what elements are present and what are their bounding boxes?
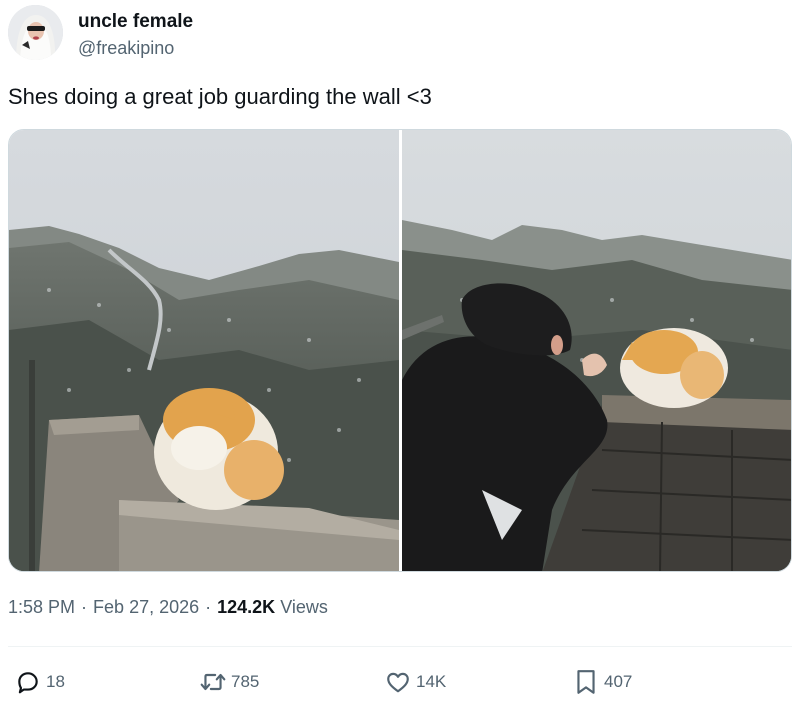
tweet-meta: 1:58 PM · Feb 27, 2026 · 124.2K Views	[8, 597, 328, 618]
tweet-time: 1:58 PM	[8, 597, 76, 617]
tweet-timestamp[interactable]: 1:58 PM · Feb 27, 2026	[8, 597, 199, 617]
meta-separator: ·	[81, 597, 88, 617]
retweet-count: 785	[231, 672, 260, 691]
like-count: 14K	[416, 672, 447, 691]
photo-cat-on-wall[interactable]	[9, 130, 399, 571]
bookmark-button[interactable]: 407	[572, 666, 632, 698]
bookmark-icon	[572, 668, 600, 696]
reply-count: 18	[46, 672, 65, 691]
bookmark-count: 407	[604, 672, 633, 691]
divider	[8, 646, 792, 647]
views-count: 124.2K	[217, 597, 276, 617]
retweet-button[interactable]: 785	[199, 666, 259, 698]
user-handle[interactable]: @freakipino	[78, 38, 174, 59]
views-link[interactable]: 124.2K Views	[217, 597, 328, 617]
reply-icon	[14, 668, 42, 696]
tweet-date: Feb 27, 2026	[93, 597, 200, 617]
action-bar: 18 785 14K 407	[0, 666, 800, 698]
tweet-text: Shes doing a great job guarding the wall…	[8, 84, 432, 109]
avatar[interactable]	[8, 5, 63, 60]
like-button[interactable]: 14K	[384, 666, 446, 698]
reply-button[interactable]: 18	[14, 666, 65, 698]
retweet-icon	[199, 668, 227, 696]
media-grid	[8, 129, 792, 572]
heart-icon	[384, 668, 412, 696]
display-name[interactable]: uncle female	[78, 11, 193, 33]
photo-person-petting-cat[interactable]	[402, 130, 791, 571]
meta-separator: ·	[205, 597, 212, 617]
views-label: Views	[280, 597, 328, 617]
tweet-header: uncle female @freakipino	[8, 5, 792, 61]
